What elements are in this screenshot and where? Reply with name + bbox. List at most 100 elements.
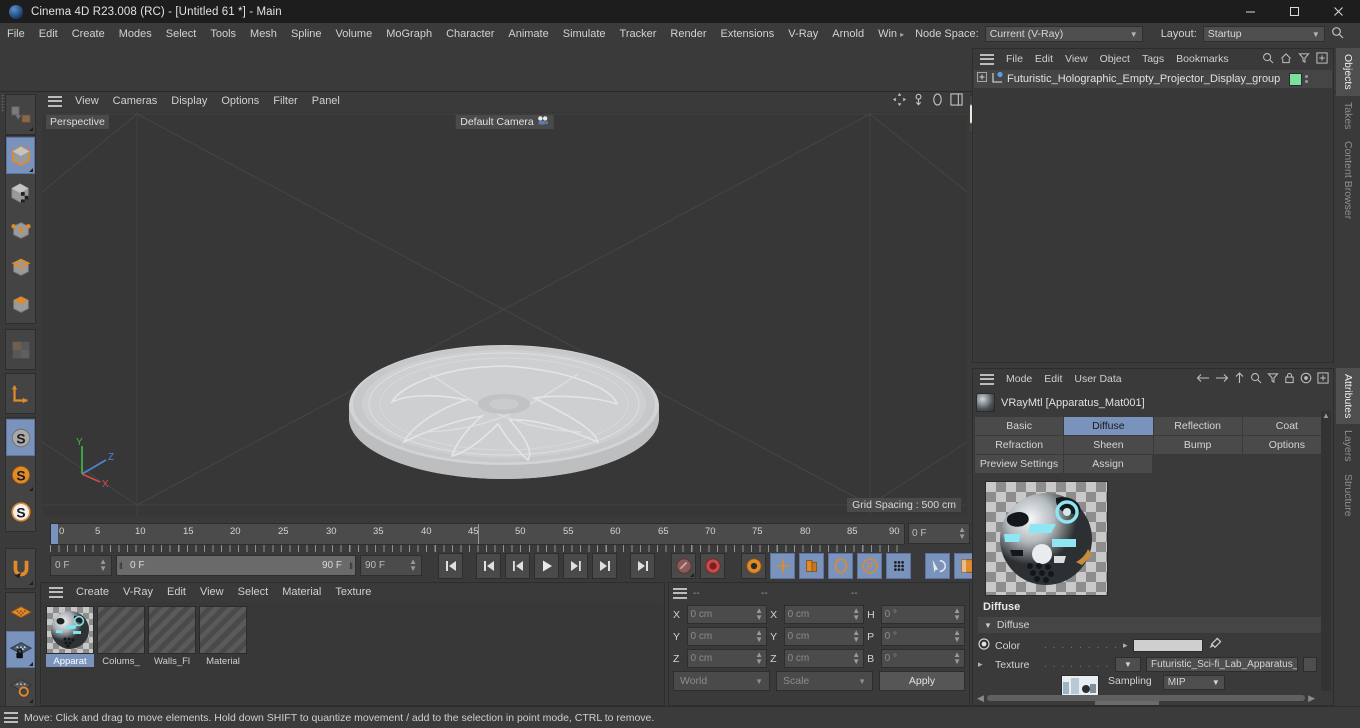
tab-sheen[interactable]: Sheen [1064,436,1153,454]
material-menu-vray[interactable]: V-Ray [116,583,160,601]
spinner-icon[interactable]: ▲ ▼ [958,526,966,540]
material-item[interactable]: Apparat [46,606,94,700]
object-menu-bookmarks[interactable]: Bookmarks [1170,49,1234,69]
attributes-menu-mode[interactable]: Mode [1000,369,1038,389]
spinner-icon[interactable]: ▲ ▼ [409,558,417,572]
material-menu-texture[interactable]: Texture [328,583,378,601]
edge-mode-button[interactable] [6,248,35,285]
frame-start-field[interactable]: 0 F ▲ ▼ [50,555,112,576]
menu-item-extensions[interactable]: Extensions [713,23,781,45]
menu-item-mograph[interactable]: MoGraph [379,23,439,45]
viewport-menu-filter[interactable]: Filter [266,92,304,110]
material-thumbnail[interactable] [46,606,94,654]
dock-tab-takes[interactable]: Takes [1336,96,1360,135]
preview-range-bar[interactable]: ‖ 0 F 90 F ‖ [116,555,356,576]
make-editable-button[interactable] [6,96,35,133]
align-workplane-button[interactable] [6,668,35,705]
autokeying-button[interactable] [700,552,725,579]
material-menu-material[interactable]: Material [275,583,328,601]
menu-item-modes[interactable]: Modes [112,23,159,45]
target-icon[interactable] [1300,372,1312,387]
go-to-previous-key-button[interactable] [476,552,501,579]
home-icon[interactable] [1280,52,1292,67]
playhead[interactable] [51,524,58,544]
object-row[interactable]: Futuristic_Holographic_Empty_Projector_D… [974,70,1332,88]
attributes-hamburger-icon[interactable] [980,373,994,385]
expand-toggle-icon[interactable] [977,72,988,86]
status-hamburger-icon[interactable] [4,712,18,723]
object-menu-object[interactable]: Object [1094,49,1136,69]
material-item[interactable]: Material [199,606,247,700]
add-layout-icon[interactable] [1316,51,1328,67]
object-menu-tags[interactable]: Tags [1136,49,1170,69]
coordinates-hamburger-icon[interactable] [673,587,687,599]
polygon-mode-button[interactable] [6,285,35,322]
texture-path-field[interactable]: Futuristic_Sci-fi_Lab_Apparatus_B [1146,657,1298,672]
close-button[interactable] [1316,0,1360,23]
material-menu-create[interactable]: Create [69,583,116,601]
step-back-button[interactable] [505,552,530,579]
go-to-end-button[interactable] [630,552,655,579]
texture-type-select[interactable]: ▼ [1115,657,1141,672]
viewport-menu-options[interactable]: Options [214,92,266,110]
spinner-icon[interactable]: ▲ ▼ [852,651,860,665]
material-manager-hamburger-icon[interactable] [49,586,63,598]
input-size-y[interactable]: 0 cm ▲ ▼ [783,627,865,646]
attributes-horizontal-scrollbar[interactable]: ◀ ▶ [977,693,1315,704]
forward-arrow-icon[interactable] [1215,372,1229,387]
key-parameter-button[interactable]: P [857,552,882,579]
object-tree[interactable] [974,88,1332,361]
texture-more-button[interactable] [1303,657,1317,672]
material-preview[interactable] [985,481,1108,596]
material-thumbnail[interactable] [199,606,247,654]
material-menu-view[interactable]: View [193,583,231,601]
search-icon[interactable] [1250,372,1262,387]
snap-settings-button[interactable]: S [6,456,35,493]
spinner-icon[interactable]: ▲ ▼ [99,558,107,572]
maximize-button[interactable] [1272,0,1316,23]
menu-item-select[interactable]: Select [159,23,204,45]
input-pos-z[interactable]: 0 cm ▲ ▼ [686,649,768,668]
menu-item-window[interactable]: Wind [871,23,897,45]
tab-bump[interactable]: Bump [1153,436,1242,454]
menu-item-simulate[interactable]: Simulate [556,23,613,45]
scroll-right-icon[interactable]: ▶ [1308,693,1315,704]
search-icon[interactable] [1262,52,1274,67]
tab-coat[interactable]: Coat [1242,417,1331,435]
point-mode-button[interactable] [6,211,35,248]
key-position-button[interactable] [770,552,795,579]
menu-item-render[interactable]: Render [663,23,713,45]
menu-item-arnold[interactable]: Arnold [825,23,871,45]
viewport-menu-cameras[interactable]: Cameras [106,92,165,110]
frame-end-field[interactable]: 90 F ▲ ▼ [360,555,422,576]
coordinate-system-select[interactable]: World ▼ [673,671,770,691]
menu-item-animate[interactable]: Animate [501,23,555,45]
material-menu-edit[interactable]: Edit [160,583,193,601]
menu-item-edit[interactable]: Edit [32,23,65,45]
spinner-icon[interactable]: ▲ ▼ [755,651,763,665]
filter-icon[interactable] [1298,52,1310,67]
keyframe-selection-button[interactable] [741,552,766,579]
dock-tab-attributes[interactable]: Attributes [1336,368,1360,425]
scroll-left-icon[interactable]: ◀ [977,693,984,704]
maximize-viewport-icon[interactable] [950,93,963,109]
material-item[interactable]: Walls_Fl [148,606,196,700]
viewport-menu-view[interactable]: View [68,92,106,110]
spinner-icon[interactable]: ▲ ▼ [953,629,961,643]
menu-item-create[interactable]: Create [65,23,112,45]
zoom-view-icon[interactable] [912,93,925,109]
spinner-icon[interactable]: ▲ ▼ [852,629,860,643]
expand-triangle-icon[interactable]: ▸ [978,659,990,670]
tab-preview-settings[interactable]: Preview Settings [975,455,1063,473]
texture-mode-button[interactable] [6,174,35,211]
scroll-thumb[interactable] [986,695,1306,701]
group-header-diffuse[interactable]: ▼ Diffuse [978,617,1328,633]
pan-view-icon[interactable] [893,93,906,109]
animation-mode-button[interactable] [925,552,950,579]
viewport-3d[interactable]: Perspective Default Camera Y Z X Grid Sp… [42,112,967,516]
material-thumbnail[interactable] [97,606,145,654]
object-menu-edit[interactable]: Edit [1029,49,1059,69]
input-size-z[interactable]: 0 cm ▲ ▼ [783,649,865,668]
record-active-objects-button[interactable] [671,552,696,579]
tab-basic[interactable]: Basic [975,417,1064,435]
